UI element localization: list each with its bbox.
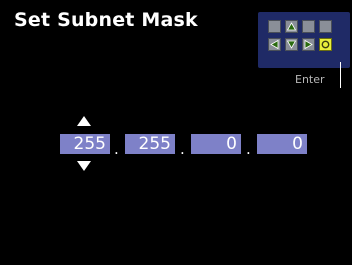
down-arrow-key-icon[interactable] xyxy=(285,38,298,51)
page-title: Set Subnet Mask xyxy=(14,9,198,31)
enter-label: Enter xyxy=(295,73,325,86)
left-arrow-key-icon[interactable] xyxy=(268,38,281,51)
octet-4-field[interactable]: 0 xyxy=(257,134,307,154)
blank-key xyxy=(268,20,281,33)
enter-pointer-line xyxy=(340,62,341,88)
up-arrow-key-icon[interactable] xyxy=(285,20,298,33)
increment-arrow-icon[interactable] xyxy=(76,115,92,127)
blank-key xyxy=(302,20,315,33)
decrement-arrow-icon[interactable] xyxy=(76,160,92,172)
octet-3-field[interactable]: 0 xyxy=(191,134,241,154)
keypad-legend xyxy=(258,12,350,68)
octet-separator: . xyxy=(246,140,251,158)
octet-2-field[interactable]: 255 xyxy=(125,134,175,154)
octet-1-field[interactable]: 255 xyxy=(60,134,110,154)
enter-key-icon[interactable] xyxy=(319,38,332,51)
octet-separator: . xyxy=(114,140,119,158)
blank-key xyxy=(319,20,332,33)
right-arrow-key-icon[interactable] xyxy=(302,38,315,51)
octet-separator: . xyxy=(180,140,185,158)
